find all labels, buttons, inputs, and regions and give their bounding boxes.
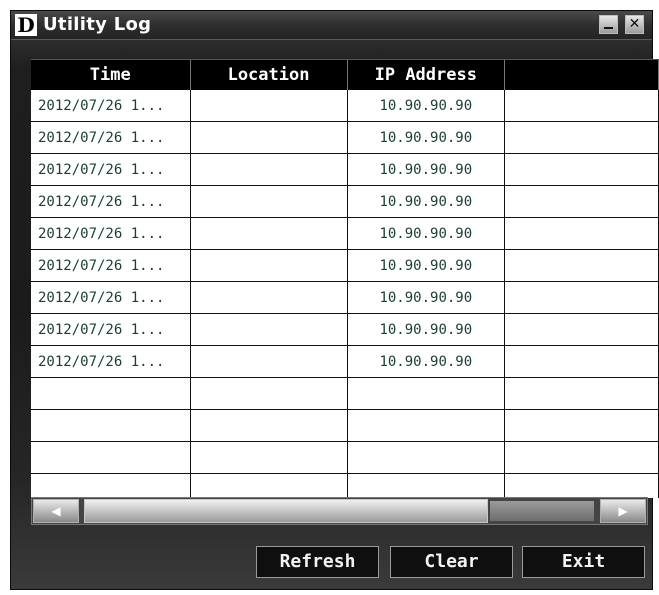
time-cell: 2012/07/26 1... — [31, 313, 191, 346]
table-row[interactable]: 2012/07/26 1... 10.90.90.90 — [31, 185, 659, 218]
scroll-left-button[interactable]: ◀ — [33, 499, 79, 523]
ip-address-cell: 10.90.90.90 — [347, 90, 506, 122]
utility-log-window: D Utility Log ✕ Time Location IP Address… — [10, 10, 659, 590]
table-row[interactable]: 2012/07/26 1... 10.90.90.90 — [31, 217, 659, 250]
table-row[interactable] — [31, 377, 659, 410]
minimize-icon — [604, 27, 613, 29]
extra-cell — [504, 345, 659, 378]
table-row[interactable]: 2012/07/26 1... 10.90.90.90 — [31, 90, 659, 122]
table-row[interactable] — [31, 473, 659, 498]
extra-cell — [504, 281, 659, 314]
extra-cell — [504, 185, 659, 218]
scroll-right-button[interactable]: ▶ — [600, 499, 646, 523]
time-cell — [31, 409, 191, 442]
ip-address-cell — [347, 409, 506, 442]
time-cell: 2012/07/26 1... — [31, 281, 191, 314]
ip-address-cell — [347, 377, 506, 410]
scrollbar-thumb[interactable] — [84, 499, 488, 523]
log-table: Time Location IP Address 2012/07/26 1...… — [31, 60, 659, 498]
location-cell — [190, 441, 348, 474]
ip-address-cell: 10.90.90.90 — [347, 153, 506, 186]
location-cell — [190, 153, 348, 186]
time-cell: 2012/07/26 1... — [31, 249, 191, 282]
extra-cell — [504, 249, 659, 282]
table-row[interactable]: 2012/07/26 1... 10.90.90.90 — [31, 345, 659, 378]
log-table-body: 2012/07/26 1... 10.90.90.90 2012/07/26 1..… — [31, 90, 659, 498]
table-row[interactable] — [31, 409, 659, 442]
time-cell: 2012/07/26 1... — [31, 153, 191, 186]
time-cell — [31, 377, 191, 410]
ip-address-cell: 10.90.90.90 — [347, 121, 506, 154]
close-icon: ✕ — [628, 16, 641, 32]
exit-button[interactable]: Exit — [522, 546, 645, 578]
table-row[interactable]: 2012/07/26 1... 10.90.90.90 — [31, 313, 659, 346]
ip-address-cell: 10.90.90.90 — [347, 281, 506, 314]
table-row[interactable]: 2012/07/26 1... 10.90.90.90 — [31, 281, 659, 314]
horizontal-scrollbar[interactable]: ◀ ▶ — [31, 497, 648, 525]
ip-address-cell: 10.90.90.90 — [347, 217, 506, 250]
extra-cell — [504, 409, 659, 442]
column-header-time[interactable]: Time — [31, 60, 191, 90]
extra-cell — [504, 217, 659, 250]
location-cell — [190, 185, 348, 218]
location-cell — [190, 90, 348, 122]
extra-cell — [504, 473, 659, 498]
ip-address-cell: 10.90.90.90 — [347, 185, 506, 218]
table-row[interactable]: 2012/07/26 1... 10.90.90.90 — [31, 153, 659, 186]
ip-address-cell: 10.90.90.90 — [347, 313, 506, 346]
extra-cell — [504, 377, 659, 410]
extra-cell — [504, 313, 659, 346]
time-cell — [31, 473, 191, 498]
refresh-button[interactable]: Refresh — [256, 546, 379, 578]
time-cell: 2012/07/26 1... — [31, 345, 191, 378]
ip-address-cell: 10.90.90.90 — [347, 249, 506, 282]
time-cell: 2012/07/26 1... — [31, 217, 191, 250]
location-cell — [190, 313, 348, 346]
column-header-location[interactable]: Location — [190, 60, 348, 90]
ip-address-cell — [347, 473, 506, 498]
arrow-left-icon: ◀ — [51, 504, 61, 518]
location-cell — [190, 281, 348, 314]
time-cell — [31, 441, 191, 474]
location-cell — [190, 249, 348, 282]
scrollbar-track[interactable] — [490, 501, 594, 521]
table-header-row: Time Location IP Address — [31, 60, 659, 90]
clear-button[interactable]: Clear — [390, 546, 513, 578]
location-cell — [190, 121, 348, 154]
close-button[interactable]: ✕ — [625, 15, 644, 34]
time-cell: 2012/07/26 1... — [31, 121, 191, 154]
extra-cell — [504, 153, 659, 186]
table-row[interactable]: 2012/07/26 1... 10.90.90.90 — [31, 249, 659, 282]
time-cell: 2012/07/26 1... — [31, 185, 191, 218]
time-cell: 2012/07/26 1... — [31, 90, 191, 122]
log-table-viewport[interactable]: Time Location IP Address 2012/07/26 1...… — [31, 59, 659, 498]
extra-cell — [504, 441, 659, 474]
table-row[interactable] — [31, 441, 659, 474]
arrow-right-icon: ▶ — [618, 504, 628, 518]
column-header-ip-address[interactable]: IP Address — [347, 60, 506, 90]
extra-cell — [504, 90, 659, 122]
table-row[interactable]: 2012/07/26 1... 10.90.90.90 — [31, 121, 659, 154]
location-cell — [190, 377, 348, 410]
dlink-logo-icon: D — [15, 14, 37, 36]
location-cell — [190, 345, 348, 378]
ip-address-cell — [347, 441, 506, 474]
window-title: Utility Log — [43, 14, 152, 35]
extra-cell — [504, 121, 659, 154]
column-header-extra[interactable] — [504, 60, 659, 90]
minimize-button[interactable] — [599, 15, 618, 34]
location-cell — [190, 217, 348, 250]
location-cell — [190, 473, 348, 498]
ip-address-cell: 10.90.90.90 — [347, 345, 506, 378]
title-bar[interactable]: D Utility Log ✕ — [11, 11, 652, 40]
location-cell — [190, 409, 348, 442]
